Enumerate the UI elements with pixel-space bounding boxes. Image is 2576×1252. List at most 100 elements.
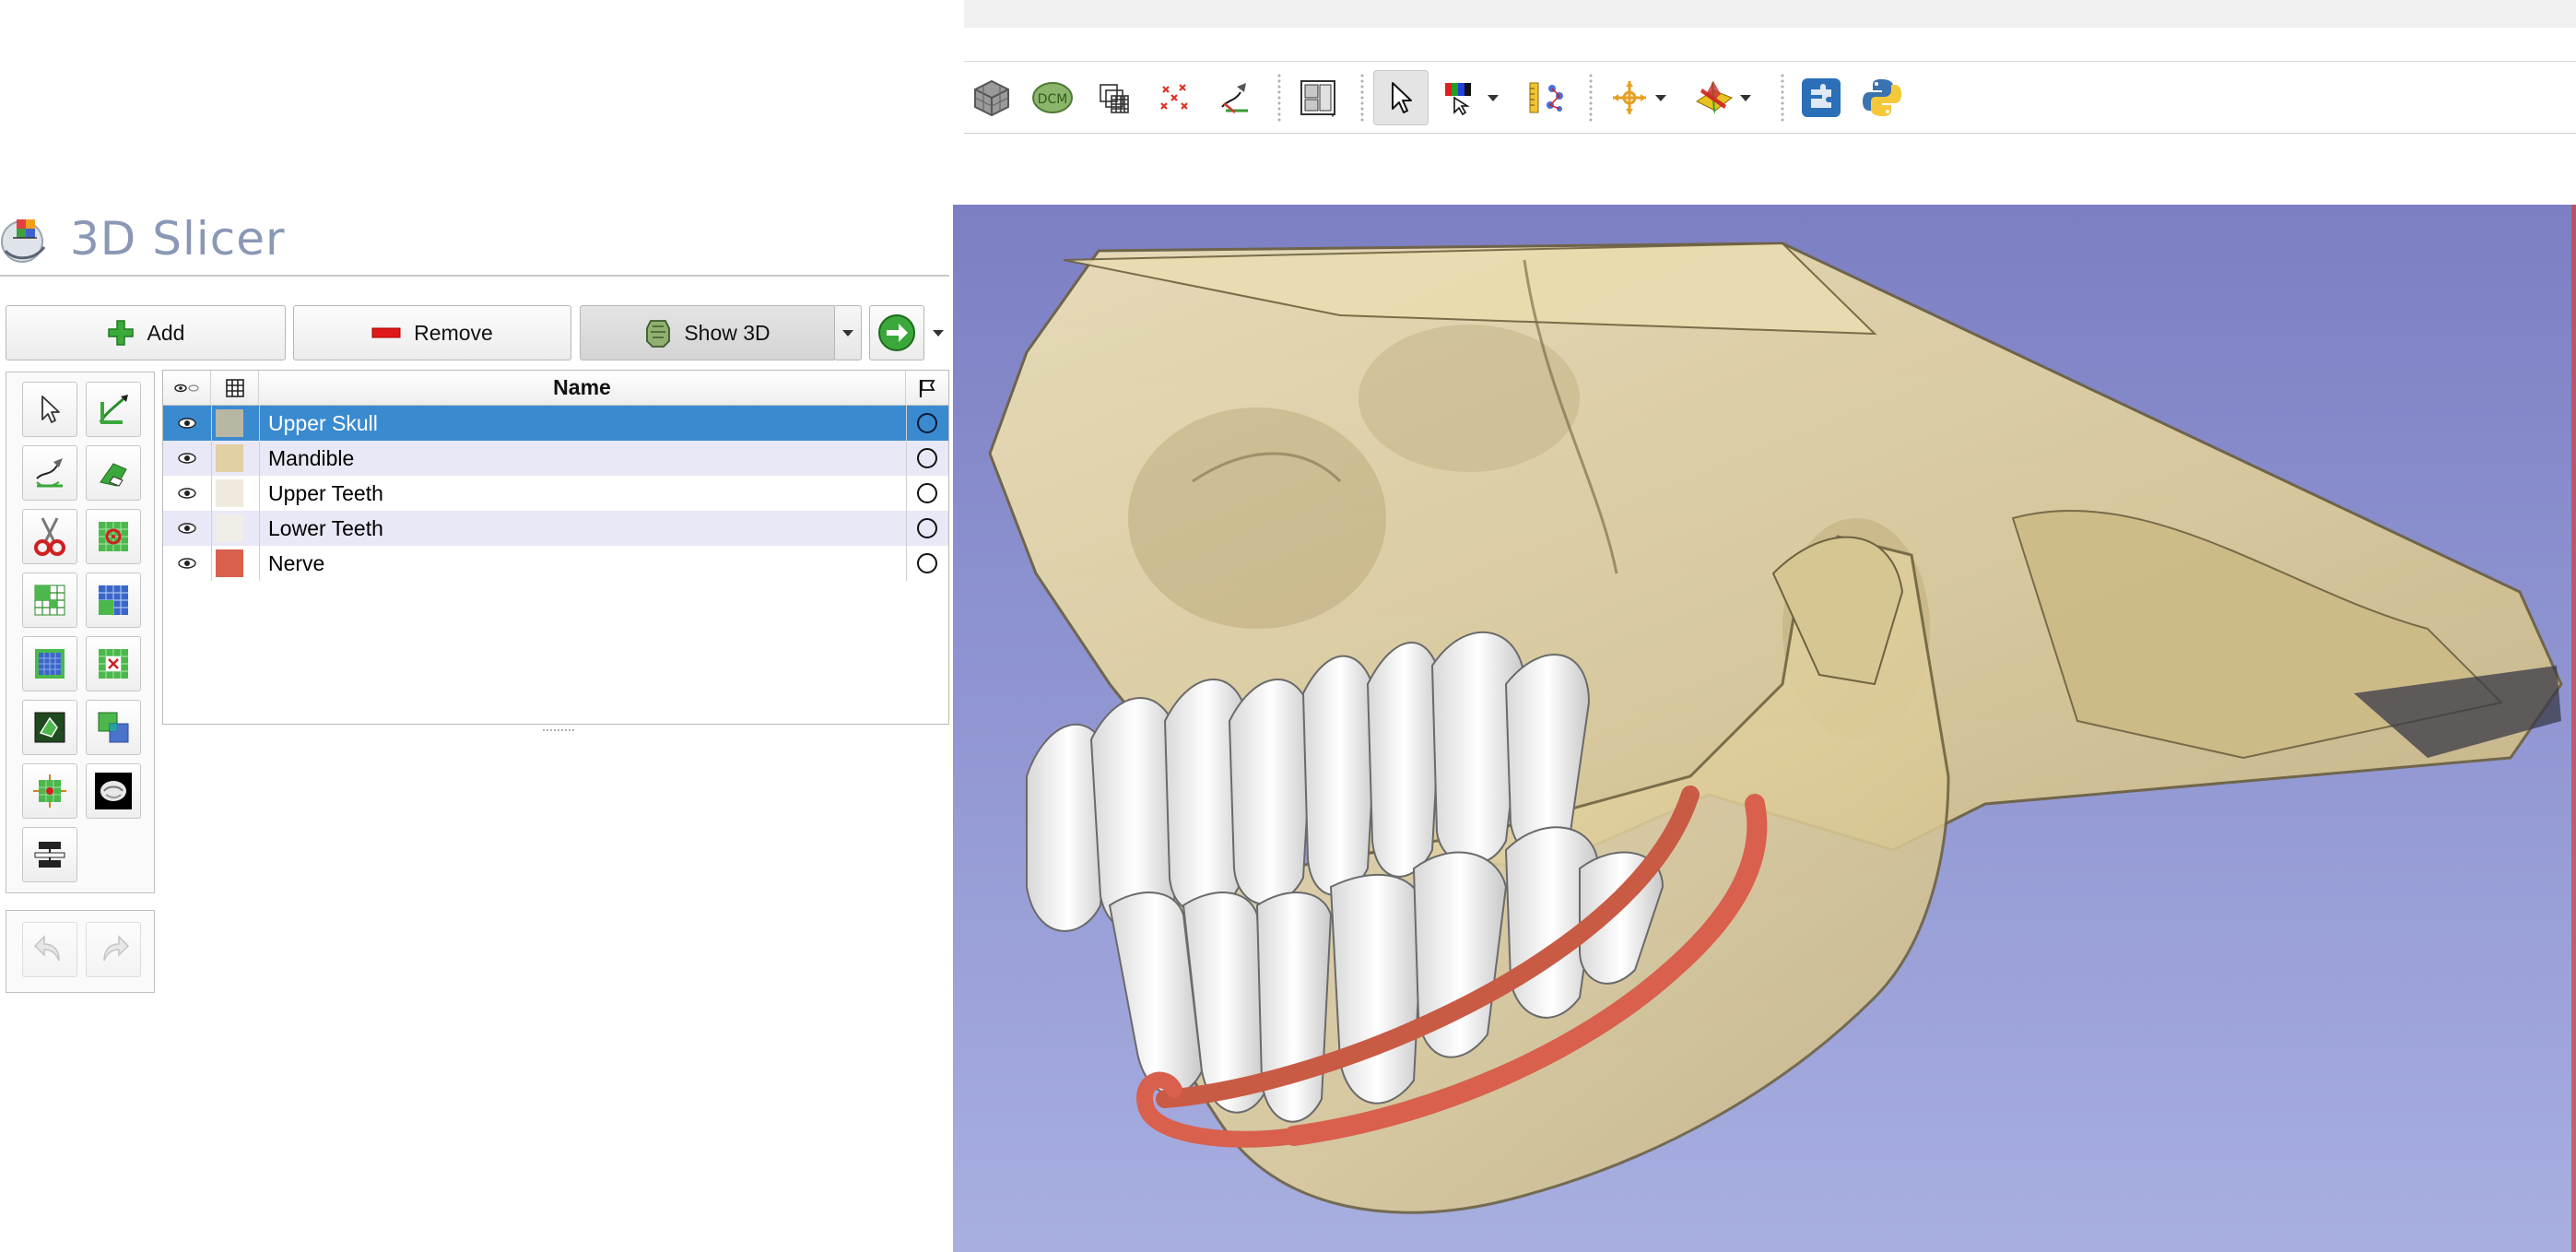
undo-button[interactable] (22, 922, 77, 977)
crosshair-icon[interactable] (1602, 70, 1657, 125)
eye-icon[interactable] (163, 406, 211, 441)
slice-intersection-icon[interactable] (1687, 70, 1742, 125)
python-icon[interactable] (1854, 70, 1910, 125)
eye-icon[interactable] (163, 441, 211, 476)
models-icon[interactable] (1147, 70, 1202, 125)
fill-icon (34, 712, 65, 743)
status-circle-icon[interactable] (906, 406, 948, 441)
app-title: 3D Slicer (70, 212, 286, 266)
remove-label: Remove (414, 320, 493, 345)
remove-segment-button[interactable]: Remove (293, 305, 571, 360)
overlap-icon (98, 712, 129, 743)
next-module-dropdown[interactable] (926, 305, 949, 360)
threshold-effect-button[interactable] (22, 573, 77, 628)
blue-grid-icon (99, 585, 128, 615)
scissors-icon (34, 517, 65, 556)
grid-remove-icon (99, 649, 128, 679)
arrow-right-icon (878, 314, 915, 351)
toolbar-separator (1587, 74, 1594, 122)
split-effect-button[interactable] (22, 827, 77, 882)
redo-button[interactable] (86, 922, 141, 977)
remove-islands-effect-button[interactable] (86, 636, 141, 691)
add-label: Add (147, 320, 185, 345)
segmentation-3d-icon (646, 320, 671, 348)
segment-row[interactable]: Nerve (163, 546, 948, 581)
color-column-header[interactable] (211, 371, 259, 405)
draw-effect-button[interactable] (22, 445, 77, 501)
table-resize-handle[interactable] (542, 728, 575, 732)
show-3d-dropdown[interactable] (834, 305, 862, 360)
segment-name[interactable]: Lower Teeth (259, 511, 906, 546)
eye-icon[interactable] (163, 476, 211, 511)
segment-name[interactable]: Mandible (259, 441, 906, 476)
paint-effect-button[interactable] (86, 382, 141, 437)
extensions-icon[interactable] (1794, 70, 1849, 125)
segment-row[interactable]: Lower Teeth (163, 511, 948, 546)
mask-effect-button[interactable] (86, 763, 141, 819)
chevron-down-icon (932, 330, 944, 337)
mouse-pointer-icon[interactable] (1373, 70, 1429, 125)
brain-mask-icon (95, 773, 132, 809)
segment-color-swatch[interactable] (216, 444, 243, 472)
segment-name[interactable]: Upper Skull (259, 406, 906, 441)
name-column-header[interactable]: Name (259, 371, 906, 405)
ruler-icon[interactable] (1519, 70, 1574, 125)
segment-row[interactable]: Mandible (163, 441, 948, 476)
eye-icon[interactable] (163, 546, 211, 581)
status-circle-icon[interactable] (906, 511, 948, 546)
show3d-label: Show 3D (684, 320, 770, 345)
pencil-icon (36, 458, 63, 488)
segment-row[interactable]: Upper Skull (163, 406, 948, 441)
effects-palette (6, 372, 155, 893)
segment-row[interactable]: Upper Teeth (163, 476, 948, 511)
toolbar-divider (964, 133, 2576, 134)
pointer-icon (41, 396, 60, 423)
logical-effect-button[interactable] (86, 700, 141, 755)
data-cube-icon[interactable] (964, 70, 1019, 125)
undo-icon (33, 935, 60, 962)
flag-icon (919, 379, 935, 397)
segment-name[interactable]: Upper Teeth (259, 476, 906, 511)
status-circle-icon[interactable] (906, 476, 948, 511)
erase-effect-button[interactable] (86, 445, 141, 501)
fill-effect-button[interactable] (22, 700, 77, 755)
chevron-down-icon[interactable] (1653, 70, 1668, 125)
segment-editor-icon[interactable] (1207, 70, 1263, 125)
none-effect-button[interactable] (22, 382, 77, 437)
smoothing-effect-button[interactable] (22, 763, 77, 819)
chevron-down-icon[interactable] (1486, 70, 1500, 125)
status-column-header[interactable] (906, 371, 948, 405)
segment-name[interactable]: Nerve (259, 546, 906, 581)
chevron-down-icon[interactable] (1738, 70, 1753, 125)
volumes-icon[interactable] (1086, 70, 1141, 125)
add-segment-button[interactable]: Add (6, 305, 286, 360)
dcm-icon[interactable]: DCM (1025, 70, 1080, 125)
layout-icon[interactable] (1290, 70, 1346, 125)
next-module-button[interactable] (869, 305, 924, 360)
toolbar-divider (964, 61, 2576, 62)
paint-brush-icon (99, 395, 128, 424)
segment-color-swatch[interactable] (216, 409, 243, 437)
segment-color-swatch[interactable] (216, 479, 243, 507)
plus-icon (107, 320, 134, 346)
status-circle-icon[interactable] (906, 546, 948, 581)
segment-color-swatch[interactable] (216, 514, 243, 542)
status-circle-icon[interactable] (906, 441, 948, 476)
svg-text:DCM: DCM (1038, 92, 1068, 107)
eraser-icon (100, 463, 127, 487)
grow-effect-button[interactable] (86, 573, 141, 628)
skull-3d-rendering (988, 242, 2563, 1214)
show-3d-button[interactable]: Show 3D (580, 305, 836, 360)
3d-view[interactable] (953, 205, 2576, 1252)
segment-color-swatch[interactable] (216, 549, 243, 577)
scissors-effect-button[interactable] (22, 509, 77, 564)
pixel-grid-icon (35, 649, 65, 679)
toolbar-separator (1359, 74, 1366, 122)
margin-effect-button[interactable] (22, 636, 77, 691)
toolbar-separator (1276, 74, 1283, 122)
window-level-icon[interactable] (1434, 70, 1489, 125)
eye-icon[interactable] (163, 511, 211, 546)
visibility-column-header[interactable] (163, 371, 211, 405)
table-header: Name (163, 371, 948, 406)
islands-effect-button[interactable] (86, 509, 141, 564)
